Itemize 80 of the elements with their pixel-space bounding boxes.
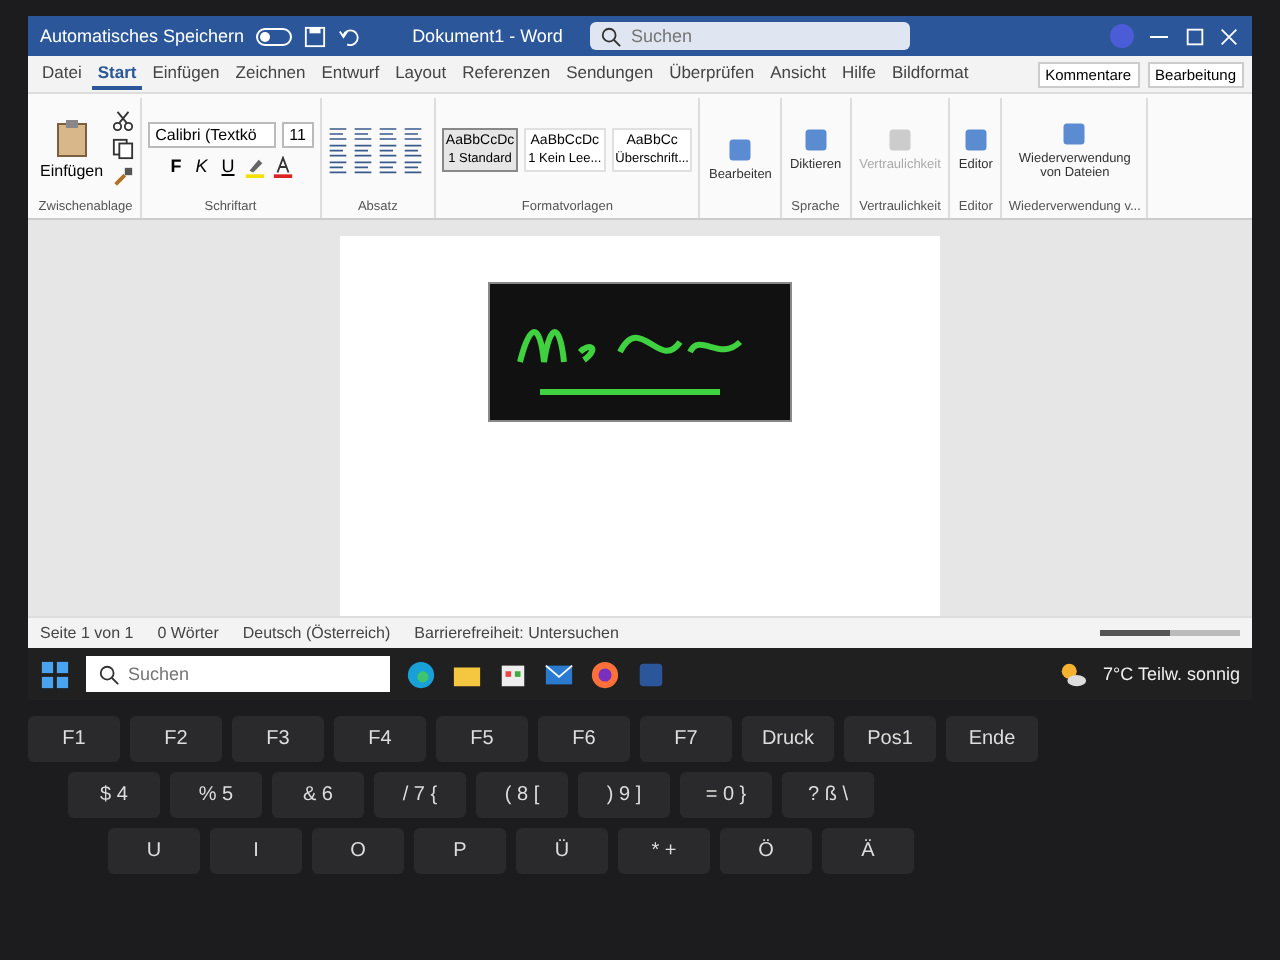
scissors-icon[interactable] [111,110,134,132]
keyboard-key[interactable]: F1 [28,716,120,762]
autosave-toggle[interactable] [256,27,293,45]
command-icon [726,135,755,163]
ribbon-tab[interactable]: Zeichnen [229,58,312,90]
mail-icon[interactable] [544,659,574,689]
clipboard-icon [51,118,92,158]
save-icon[interactable] [304,25,327,47]
keyboard-key[interactable]: * + [618,828,710,874]
keyboard-key[interactable]: Ä [822,828,914,874]
ribbon-tab[interactable]: Layout [389,58,453,90]
browser-icon[interactable] [406,659,436,689]
keyboard-key[interactable]: % 5 [170,772,262,818]
status-text: Barrierefreiheit: Untersuchen [414,624,619,642]
keyboard-key[interactable]: ( 8 [ [476,772,568,818]
keyboard-key[interactable]: F6 [538,716,630,762]
keyboard-key[interactable]: F3 [232,716,324,762]
keyboard-key[interactable]: Druck [742,716,834,762]
ribbon-tab[interactable]: Sendungen [560,58,660,90]
minimize-icon[interactable] [1150,35,1168,37]
autosave-label: Automatisches Speichern [40,26,245,46]
ribbon-tab[interactable]: Ansicht [764,58,832,90]
status-text: 0 Wörter [157,624,219,642]
ink-drawing-image[interactable] [490,284,790,420]
keyboard-key[interactable]: ) 9 ] [578,772,670,818]
command-icon [1060,119,1089,147]
highlighter-icon[interactable] [244,155,267,177]
paste-button[interactable]: Einfügen [38,116,106,182]
brush-icon[interactable] [111,166,134,188]
ribbon-tab[interactable]: Bildformat [885,58,975,90]
search-icon [600,25,623,47]
keyboard-key[interactable]: Ende [946,716,1038,762]
keyboard-key[interactable]: O [312,828,404,874]
weather-icon[interactable] [1057,659,1088,689]
firefox-icon[interactable] [590,659,620,689]
search-input[interactable]: Suchen [128,664,378,684]
keyboard-key[interactable]: $ 4 [68,772,160,818]
keyboard-key[interactable]: = 0 } [680,772,772,818]
keyboard-key[interactable]: U [108,828,200,874]
keyboard-key[interactable]: Ü [516,828,608,874]
format-button[interactable]: K [191,156,212,176]
keyboard-key[interactable]: I [210,828,302,874]
ribbon-tab[interactable]: Entwurf [315,58,386,90]
document-title: Dokument1 - Word [412,26,563,46]
maximize-icon[interactable] [1184,25,1206,47]
zoom-slider[interactable] [1100,630,1240,636]
keyboard-key[interactable]: & 6 [272,772,364,818]
ribbon-tab[interactable]: Einfügen [146,58,226,90]
weather-text[interactable]: 7°C Teilw. sonnig [1103,664,1240,684]
ribbon-tab[interactable]: Datei [36,58,88,90]
taskbar-search-field[interactable]: Suchen [86,656,390,692]
search-input[interactable]: Suchen [630,26,901,46]
font-size-field[interactable]: 11 [281,121,314,147]
status-text: Seite 1 von 1 [40,624,134,642]
command-icon [961,126,990,154]
keyboard-key[interactable]: F2 [130,716,222,762]
ribbon-tab[interactable]: Überprüfen [663,58,761,90]
font-color-icon[interactable] [272,155,295,177]
keyboard-key[interactable]: ? ß \ [782,772,874,818]
windows-start-icon[interactable] [40,659,70,689]
keyboard-key[interactable]: F4 [334,716,426,762]
command-icon [886,126,914,154]
format-button[interactable]: F [166,156,186,176]
ribbon-tab[interactable]: Hilfe [835,58,882,90]
keyboard-key[interactable]: Ö [720,828,812,874]
keyboard-key[interactable]: P [414,828,506,874]
keyboard-key[interactable]: F7 [640,716,732,762]
undo-icon[interactable] [338,25,361,47]
ribbon-tab[interactable]: Referenzen [456,58,557,90]
search-icon [98,663,120,685]
font-name-field[interactable]: Calibri (Textkö [147,121,276,147]
close-icon[interactable] [1218,25,1240,47]
keyboard-key[interactable]: F5 [436,716,528,762]
format-button[interactable]: U [217,156,239,176]
copy-icon[interactable] [111,138,134,160]
search-field[interactable]: Suchen [590,22,911,50]
keyboard-key[interactable]: Pos1 [844,716,936,762]
keyboard-key[interactable]: / 7 { [374,772,466,818]
status-text: Deutsch (Österreich) [242,624,391,642]
command-icon [801,126,830,154]
